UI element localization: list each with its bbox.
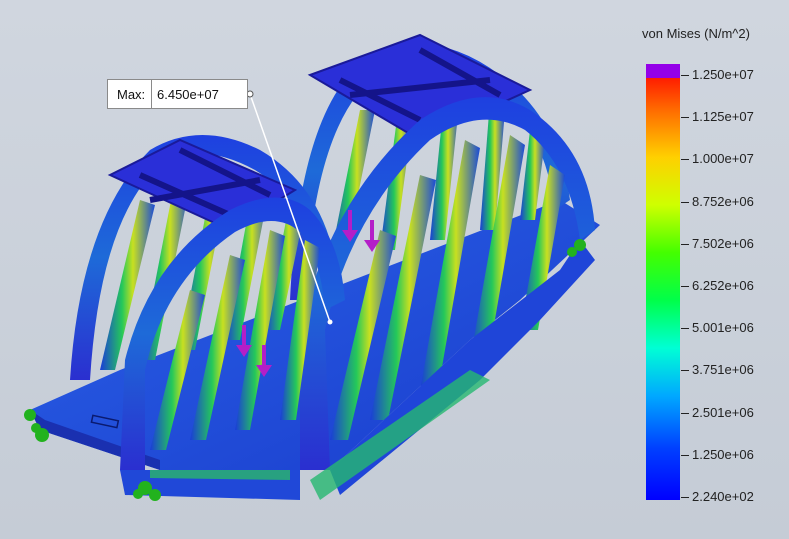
legend-label: 1.125e+07 <box>692 109 754 125</box>
legend-tick <box>681 75 689 76</box>
legend-tick <box>681 328 689 330</box>
legend-tick <box>681 497 689 498</box>
legend-label: 2.240e+02 <box>692 489 754 504</box>
legend-tick <box>681 159 689 161</box>
legend-tick <box>681 370 689 372</box>
max-point-marker <box>327 319 333 325</box>
max-annotation-box[interactable]: Max: 6.450e+07 <box>107 79 248 109</box>
max-value: 6.450e+07 <box>157 87 219 102</box>
max-separator <box>151 80 152 108</box>
legend-label: 3.751e+06 <box>692 362 754 378</box>
legend-color-bar <box>646 66 680 500</box>
max-label: Max: <box>117 87 146 102</box>
legend-label: 6.252e+06 <box>692 278 754 293</box>
legend-tick <box>681 201 689 203</box>
legend-label: 1.250e+07 <box>692 67 754 82</box>
legend-label: 1.000e+07 <box>692 151 754 167</box>
legend-label: 1.250e+06 <box>692 446 754 462</box>
legend-label: 2.501e+06 <box>692 404 754 420</box>
legend-tick <box>681 286 689 287</box>
legend-label: 5.001e+06 <box>692 320 754 336</box>
legend-over-limit-cap <box>646 64 680 78</box>
legend-tick <box>681 243 689 245</box>
legend-label: 8.752e+06 <box>692 193 754 209</box>
legend-tick <box>681 454 689 456</box>
legend-title: von Mises (N/m^2) <box>642 26 750 41</box>
legend-tick <box>681 412 689 414</box>
legend-label: 7.502e+06 <box>692 235 754 251</box>
legend-tick <box>681 117 689 119</box>
